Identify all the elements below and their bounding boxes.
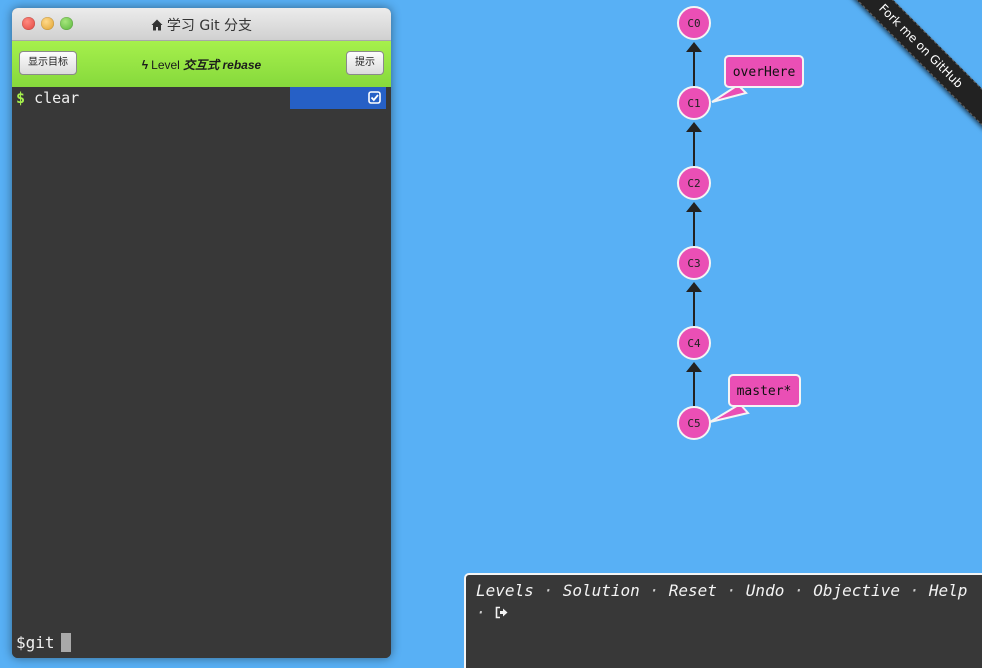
commit-label-c1: C1 xyxy=(687,97,700,110)
hint-button[interactable]: 提示 xyxy=(346,51,384,75)
arrow-head-c4 xyxy=(686,362,702,372)
commit-label-c5: C5 xyxy=(687,417,700,430)
logout-icon[interactable] xyxy=(495,606,508,619)
arrow-head-c2 xyxy=(686,202,702,212)
command-status-bar xyxy=(290,87,386,109)
window-title: 学习 Git 分支 xyxy=(12,15,391,35)
commit-label-c3: C3 xyxy=(687,257,700,270)
terminal-window: 学习 Git 分支 显示目标 ϟ Level 交互式 rebase 提示 $ cl… xyxy=(12,8,391,658)
commit-node-c0[interactable]: C0 xyxy=(677,6,711,40)
fork-ribbon[interactable]: Fork me on GitHub xyxy=(832,0,982,150)
commit-node-c1[interactable]: C1 xyxy=(677,86,711,120)
menu-reset[interactable]: Reset xyxy=(669,581,717,600)
menu-separator: · xyxy=(793,581,804,600)
prompt-text: $git xyxy=(16,633,55,652)
branch-tag-master[interactable]: master* xyxy=(709,374,801,423)
home-icon xyxy=(151,19,163,31)
fork-ribbon-text[interactable]: Fork me on GitHub xyxy=(837,0,982,130)
menu-separator: · xyxy=(726,581,737,600)
menu-solution[interactable]: Solution xyxy=(563,581,640,600)
level-toolbar: 显示目标 ϟ Level 交互式 rebase 提示 xyxy=(12,41,391,87)
text-cursor xyxy=(60,633,71,652)
history-command: clear xyxy=(34,89,80,107)
commit-label-c0: C0 xyxy=(687,17,700,30)
menu-help[interactable]: Help xyxy=(929,581,968,600)
arrow-head-c0 xyxy=(686,42,702,52)
menu-separator: · xyxy=(543,581,554,600)
branch-label-master: master* xyxy=(737,384,792,399)
level-name: 交互式 rebase xyxy=(183,58,262,72)
commit-label-c2: C2 xyxy=(687,177,700,190)
arrow-head-c1 xyxy=(686,122,702,132)
git-learning-app: C0 C1 C2 C3 C4 C5 overHere master* Fork … xyxy=(0,0,982,668)
branch-label-overhere: overHere xyxy=(733,65,796,80)
commit-node-c3[interactable]: C3 xyxy=(677,246,711,280)
control-menu: Levels · Solution · Reset · Undo · Objec… xyxy=(464,573,982,668)
menu-separator: · xyxy=(909,581,920,600)
arrow-head-c3 xyxy=(686,282,702,292)
branch-tag-overhere[interactable]: overHere xyxy=(711,55,804,103)
commit-label-c4: C4 xyxy=(687,337,701,350)
terminal-output[interactable]: $ clear $git xyxy=(12,87,391,658)
menu-line-2: · xyxy=(476,602,974,624)
commit-node-c2[interactable]: C2 xyxy=(677,166,711,200)
window-titlebar[interactable]: 学习 Git 分支 xyxy=(12,8,391,41)
history-prompt: $ xyxy=(16,89,26,107)
lightning-icon: ϟ xyxy=(141,58,149,72)
level-prefix: Level xyxy=(151,58,180,72)
menu-line: Levels · Solution · Reset · Undo · Objec… xyxy=(476,580,974,602)
check-square-icon xyxy=(368,91,381,104)
window-title-text: 学习 Git 分支 xyxy=(166,18,253,34)
command-prompt[interactable]: $git xyxy=(16,633,71,652)
history-entry: $ clear xyxy=(16,89,79,107)
menu-separator: · xyxy=(476,603,486,622)
menu-objective[interactable]: Objective xyxy=(813,581,900,600)
menu-undo[interactable]: Undo xyxy=(746,581,785,600)
menu-levels[interactable]: Levels xyxy=(476,581,534,600)
commit-node-c4[interactable]: C4 xyxy=(677,326,711,360)
commit-node-c5[interactable]: C5 xyxy=(677,406,711,440)
menu-separator: · xyxy=(649,581,660,600)
level-indicator: ϟ Level 交互式 rebase xyxy=(12,56,391,73)
